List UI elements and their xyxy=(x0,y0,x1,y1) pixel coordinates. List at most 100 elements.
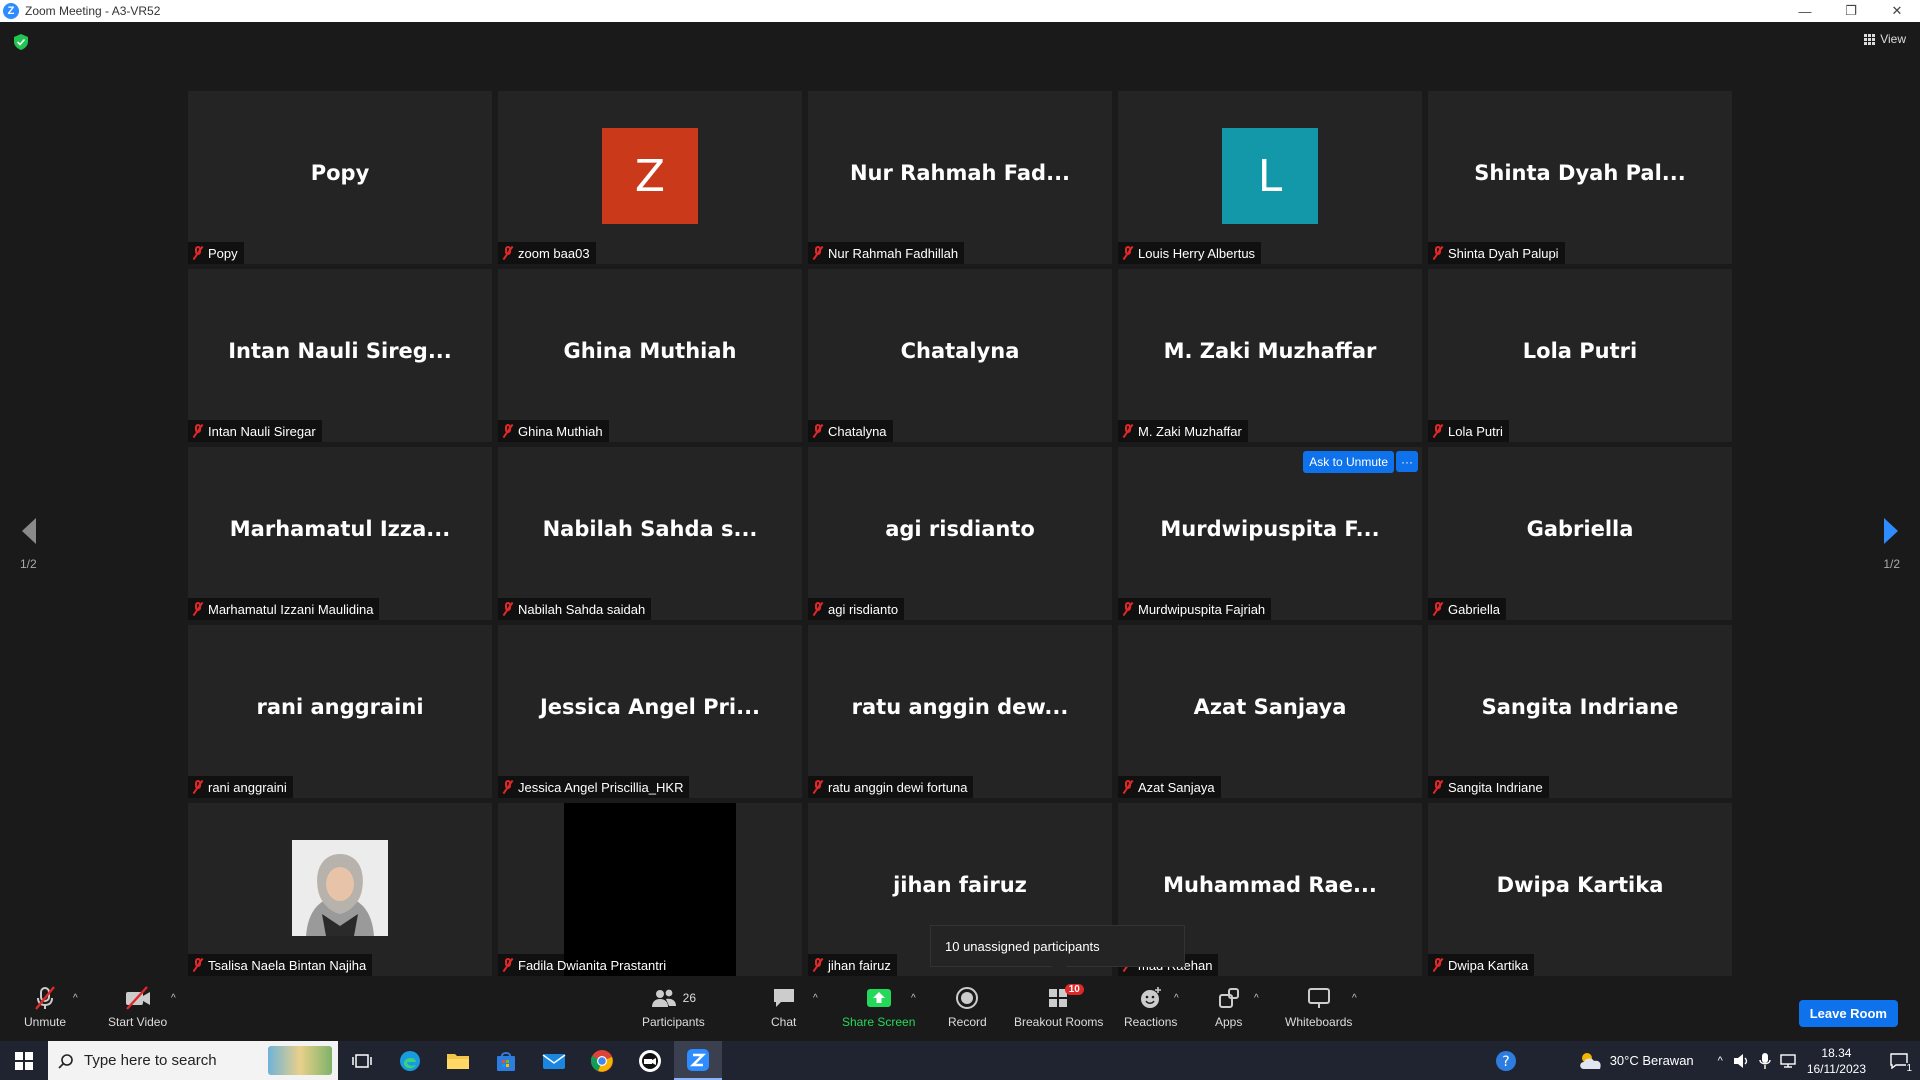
taskbar-store[interactable] xyxy=(482,1041,530,1080)
taskbar-chrome[interactable] xyxy=(578,1041,626,1080)
participant-display-name: Nabilah Sahda s... xyxy=(542,517,758,541)
participant-tile[interactable]: Gabriella Gabriella xyxy=(1428,447,1732,620)
participant-tile[interactable]: Intan Nauli Sireg... Intan Nauli Siregar xyxy=(188,269,492,442)
participant-tile[interactable]: Nur Rahmah Fad... Nur Rahmah Fadhillah xyxy=(808,91,1112,264)
whiteboards-caret-icon[interactable]: ^ xyxy=(1352,993,1357,1004)
participant-tile[interactable]: M. Zaki Muzhaffar M. Zaki Muzhaffar xyxy=(1118,269,1422,442)
participant-display-name: Gabriella xyxy=(1526,517,1634,541)
participant-name-label: M. Zaki Muzhaffar xyxy=(1118,420,1248,442)
participant-tile[interactable]: Lola Putri Lola Putri xyxy=(1428,269,1732,442)
microphone-tray-icon[interactable] xyxy=(1759,1052,1771,1070)
participant-tile[interactable]: L Louis Herry Albertus xyxy=(1118,91,1422,264)
muted-mic-icon xyxy=(1122,246,1134,260)
participant-display-name: Azat Sanjaya xyxy=(1193,695,1347,719)
participant-tile[interactable]: Azat Sanjaya Azat Sanjaya xyxy=(1118,625,1422,798)
previous-page-arrow-icon[interactable] xyxy=(20,516,40,546)
participant-display-name: Popy xyxy=(310,161,370,185)
breakout-rooms-button[interactable]: 10 Breakout Rooms xyxy=(1014,984,1103,1029)
start-video-button[interactable]: Start Video xyxy=(108,985,167,1029)
record-button[interactable]: Record xyxy=(948,985,987,1029)
muted-mic-icon xyxy=(502,602,514,616)
minimize-button[interactable]: — xyxy=(1782,0,1828,22)
participant-tile[interactable]: Shinta Dyah Pal... Shinta Dyah Palupi xyxy=(1428,91,1732,264)
task-view-button[interactable] xyxy=(338,1041,386,1080)
muted-mic-icon xyxy=(812,602,824,616)
meeting-area: View 1/2 1/2 Popy Popy Zzoom baa03 Nur Ra… xyxy=(0,22,1920,979)
share-screen-button[interactable]: Share Screen xyxy=(842,985,915,1029)
close-button[interactable]: ✕ xyxy=(1874,0,1920,22)
participant-profile-photo xyxy=(292,840,388,936)
participant-name: Fadila Dwianita Prastantri xyxy=(518,957,667,973)
weather-text[interactable]: 30°C Berawan xyxy=(1610,1053,1694,1068)
participant-display-name: Lola Putri xyxy=(1522,339,1638,363)
taskbar-file-explorer[interactable] xyxy=(434,1041,482,1080)
system-tray: ? 30°C Berawan ^ 18.34 16/11/2023 1 xyxy=(1494,1041,1920,1080)
taskbar-zoom[interactable] xyxy=(674,1041,722,1080)
chat-options-caret-icon[interactable]: ^ xyxy=(813,993,818,1004)
participant-tile[interactable]: Chatalyna Chatalyna xyxy=(808,269,1112,442)
participant-name: Dwipa Kartika xyxy=(1448,957,1529,973)
restore-button[interactable]: ❐ xyxy=(1828,0,1874,22)
participant-name-label: agi risdianto xyxy=(808,598,905,620)
participant-tile[interactable]: Sangita Indriane Sangita Indriane xyxy=(1428,625,1732,798)
muted-mic-icon xyxy=(1122,602,1134,616)
muted-mic-icon xyxy=(1432,424,1444,438)
participant-display-name: jihan fairuz xyxy=(893,873,1027,897)
clock-date: 16/11/2023 xyxy=(1806,1061,1866,1076)
unmute-button[interactable]: Unmute xyxy=(24,985,66,1029)
participant-tile[interactable]: Murdwipuspita F... Ask to Unmute ··· Mur… xyxy=(1118,447,1422,620)
participant-tile[interactable]: agi risdianto agi risdianto xyxy=(808,447,1112,620)
participant-tile[interactable]: ratu anggin dew... ratu anggin dewi fortu… xyxy=(808,625,1112,798)
leave-room-button[interactable]: Leave Room xyxy=(1798,1000,1898,1027)
weather-cloudy-icon[interactable] xyxy=(1578,1051,1604,1071)
reactions-button[interactable]: Reactions xyxy=(1124,985,1177,1029)
ask-to-unmute-button[interactable]: Ask to Unmute xyxy=(1303,451,1394,473)
participant-display-name: Chatalyna xyxy=(900,339,1020,363)
notification-center-button[interactable]: 1 xyxy=(1884,1041,1914,1080)
encryption-shield-icon[interactable] xyxy=(14,34,28,50)
participant-tile[interactable]: Dwipa Kartika Dwipa Kartika xyxy=(1428,803,1732,976)
participant-name: agi risdianto xyxy=(828,601,899,617)
taskbar-mail[interactable] xyxy=(530,1041,578,1080)
chat-button[interactable]: Chat xyxy=(771,985,796,1029)
participant-tile[interactable]: Popy Popy xyxy=(188,91,492,264)
network-icon[interactable] xyxy=(1779,1053,1797,1069)
participant-display-name: Murdwipuspita F... xyxy=(1160,517,1380,541)
participants-button[interactable]: 26 Participants xyxy=(642,985,705,1029)
show-hidden-icons-chevron-icon[interactable]: ^ xyxy=(1718,1055,1723,1067)
participant-display-name: Jessica Angel Pri... xyxy=(539,695,761,719)
muted-mic-icon xyxy=(192,958,204,972)
page-indicator-left: 1/2 xyxy=(20,557,37,571)
whiteboards-button[interactable]: Whiteboards xyxy=(1285,985,1352,1029)
participant-tile[interactable]: Ghina Muthiah Ghina Muthiah xyxy=(498,269,802,442)
participant-tile[interactable]: Fadila Dwianita Prastantri xyxy=(498,803,802,976)
participant-tile[interactable]: rani anggraini rani anggraini xyxy=(188,625,492,798)
participant-name-label: Intan Nauli Siregar xyxy=(188,420,322,442)
participant-tile[interactable]: Zzoom baa03 xyxy=(498,91,802,264)
speaker-volume-icon[interactable] xyxy=(1733,1053,1751,1069)
apps-caret-icon[interactable]: ^ xyxy=(1254,993,1259,1004)
participant-tile[interactable]: Jessica Angel Pri... Jessica Angel Prisci… xyxy=(498,625,802,798)
taskbar-search-box[interactable]: Type here to search xyxy=(48,1041,338,1080)
taskbar-clock[interactable]: 18.34 16/11/2023 xyxy=(1807,1045,1866,1077)
task-view-icon xyxy=(352,1053,372,1068)
audio-options-caret-icon[interactable]: ^ xyxy=(73,993,78,1004)
participant-display-name: Dwipa Kartika xyxy=(1496,873,1664,897)
page-indicator-right: 1/2 xyxy=(1883,557,1900,571)
help-icon[interactable]: ? xyxy=(1494,1049,1518,1073)
participant-tile[interactable]: Marhamatul Izza... Marhamatul Izzani Maul… xyxy=(188,447,492,620)
taskbar-edge[interactable] xyxy=(386,1041,434,1080)
video-options-caret-icon[interactable]: ^ xyxy=(171,993,176,1004)
view-button[interactable]: View xyxy=(1864,32,1906,46)
participant-name-label: Murdwipuspita Fajriah xyxy=(1118,598,1272,620)
more-options-button[interactable]: ··· xyxy=(1396,451,1418,472)
share-options-caret-icon[interactable]: ^ xyxy=(911,993,916,1004)
taskbar-meet-app[interactable] xyxy=(626,1041,674,1080)
participant-name: jihan fairuz xyxy=(828,957,891,973)
reactions-caret-icon[interactable]: ^ xyxy=(1174,993,1179,1004)
start-button[interactable] xyxy=(0,1041,48,1080)
participant-tile[interactable]: Tsalisa Naela Bintan Najiha xyxy=(188,803,492,976)
apps-button[interactable]: Apps xyxy=(1215,985,1242,1029)
next-page-arrow-icon[interactable] xyxy=(1880,516,1900,546)
participant-tile[interactable]: Nabilah Sahda s... Nabilah Sahda saidah xyxy=(498,447,802,620)
